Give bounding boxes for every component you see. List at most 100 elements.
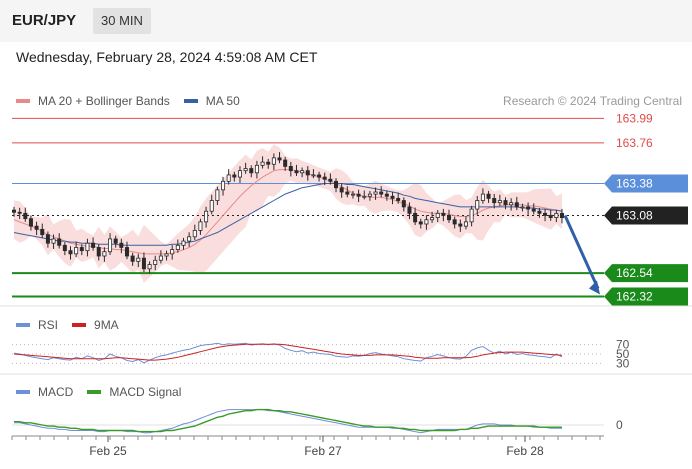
x-tick-label: Feb 27 — [304, 444, 342, 458]
candle-body — [317, 174, 322, 178]
candle-body — [141, 257, 146, 270]
candle-body — [379, 191, 384, 195]
candle-body — [543, 212, 548, 216]
candle-body — [560, 212, 565, 218]
candle-body — [198, 221, 203, 231]
candle-body — [175, 244, 180, 250]
candle-body — [520, 206, 525, 209]
candle-body — [497, 200, 502, 204]
x-tick-label: Feb 28 — [506, 444, 544, 458]
candle-body — [130, 255, 135, 262]
projection-arrow-shaft — [563, 214, 600, 290]
candle-body — [492, 197, 497, 204]
candle-body — [356, 193, 361, 197]
candle-body — [45, 234, 50, 244]
candle-body — [204, 210, 209, 223]
candle-body — [136, 257, 141, 262]
candle-body — [458, 223, 463, 227]
candle-body — [79, 247, 84, 252]
candle-body — [469, 208, 474, 223]
candle-body — [288, 165, 293, 172]
candle-body — [503, 200, 508, 206]
candle-body — [311, 174, 316, 177]
candle-body — [51, 238, 56, 244]
level-label-163.76: 163.76 — [616, 136, 653, 150]
candle-body — [260, 161, 265, 166]
candle-body — [537, 210, 542, 214]
candle-body — [34, 225, 39, 230]
candle-body — [277, 157, 282, 161]
rsi-line — [13, 342, 563, 364]
candle-body — [243, 168, 248, 172]
candle-body — [463, 221, 468, 227]
candle-body — [170, 249, 175, 255]
candle-body — [108, 238, 113, 253]
candle-body — [509, 202, 514, 206]
candle-body — [11, 209, 16, 213]
candle-body — [300, 170, 305, 174]
candle-body — [221, 180, 226, 191]
candle-body — [68, 250, 73, 255]
candle-body — [526, 206, 531, 210]
candle-body — [96, 247, 101, 257]
candle-body — [413, 212, 418, 223]
candle-body — [486, 193, 491, 199]
candle-body — [91, 242, 96, 248]
candle-body — [554, 212, 559, 218]
candle-body — [441, 212, 446, 216]
candle-body — [328, 178, 333, 182]
candle-body — [305, 170, 310, 176]
macd-zero-label: 0 — [616, 418, 623, 432]
candle-body — [23, 212, 28, 220]
candle-body — [390, 195, 395, 199]
rsi-level-label-30: 30 — [616, 356, 630, 370]
bollinger-band — [14, 144, 562, 283]
candle-body — [192, 229, 197, 238]
price-chart[interactable]: 163.99163.76163.38163.08162.54162.327050… — [0, 0, 692, 469]
candle-body — [254, 164, 259, 174]
candle-body — [237, 170, 242, 178]
candle-body — [164, 253, 169, 257]
candle-body — [367, 193, 372, 197]
candle-body — [373, 191, 378, 195]
candle-body — [147, 264, 152, 270]
rsi-ma9-line — [13, 343, 563, 361]
candle-body — [74, 247, 79, 255]
candle-body — [158, 255, 163, 261]
candle-body — [334, 180, 339, 189]
candle-body — [418, 221, 423, 225]
candle-body — [215, 189, 220, 201]
candle-body — [447, 215, 452, 221]
candle-body — [28, 218, 33, 227]
macd-line — [14, 409, 562, 434]
candle-body — [113, 238, 118, 244]
candle-body — [480, 193, 485, 201]
candle-body — [435, 212, 440, 218]
candle-body — [396, 197, 401, 201]
candle-body — [266, 161, 271, 165]
candle-body — [430, 217, 435, 221]
candle-body — [531, 208, 536, 212]
candle-body — [384, 193, 389, 197]
candle-body — [153, 259, 158, 265]
candle-body — [350, 193, 355, 196]
candle-body — [339, 187, 344, 193]
candle-body — [181, 240, 186, 246]
macd-signal-line — [14, 408, 562, 433]
level-label-162.54: 162.54 — [616, 266, 653, 280]
level-label-163.08: 163.08 — [616, 208, 653, 222]
candle-body — [187, 236, 192, 242]
candle-body — [85, 242, 90, 252]
candle-body — [345, 191, 350, 195]
level-label-163.38: 163.38 — [616, 176, 653, 190]
candle-body — [407, 206, 412, 214]
candle-body — [62, 244, 67, 252]
candle-body — [119, 242, 124, 248]
candle-body — [226, 174, 231, 182]
level-label-162.32: 162.32 — [616, 290, 653, 304]
candle-body — [102, 251, 107, 257]
candle-body — [424, 219, 429, 225]
candle-body — [514, 202, 519, 208]
candle-body — [124, 247, 129, 257]
candle-body — [475, 200, 480, 210]
